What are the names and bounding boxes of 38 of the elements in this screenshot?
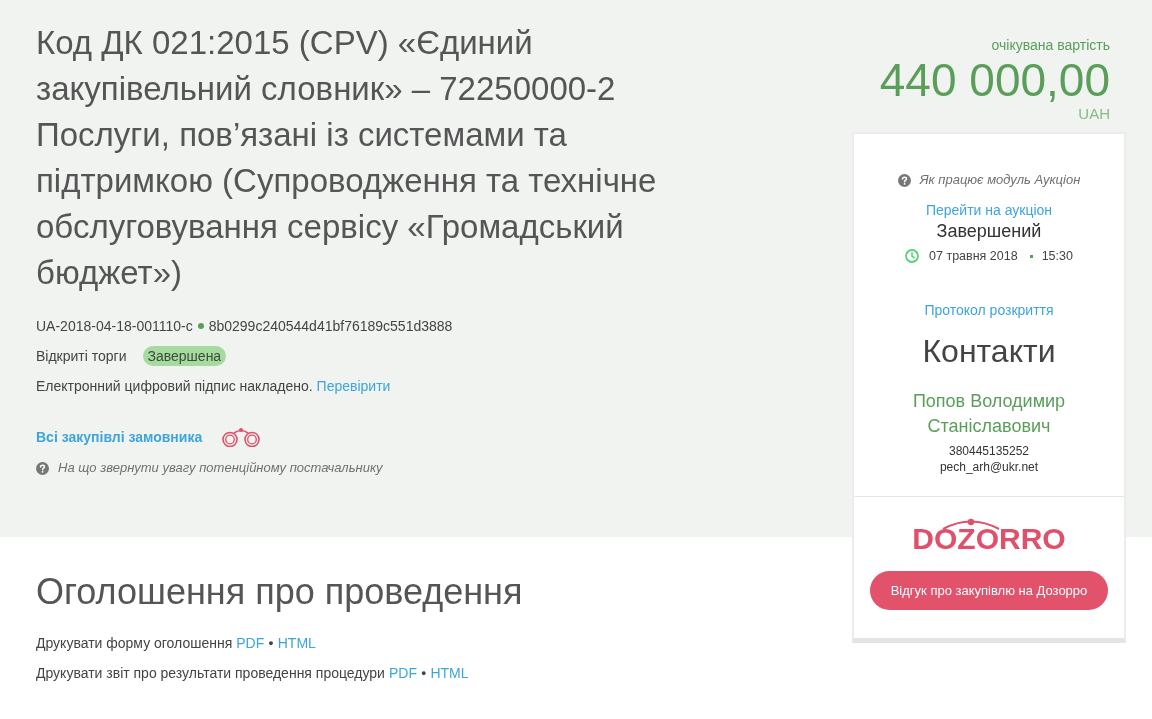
signature-text: Електронний цифровий підпис накладено. Перевірити <box>36 377 392 396</box>
protocol-link[interactable]: Протокол розкриття <box>924 302 1054 318</box>
auction-time: 15:30 <box>1041 249 1073 263</box>
currency: UAH <box>1077 105 1110 123</box>
html-link[interactable]: HTML <box>277 628 316 658</box>
budget-amount: 440 000,00 <box>878 55 1110 105</box>
pdf-link[interactable]: PDF <box>236 628 265 658</box>
auction-link[interactable]: Перейти на аукціон <box>925 202 1053 218</box>
contact-email: pech_arh@ukr.net <box>938 459 1040 475</box>
print-label: Друкувати форму оголошення <box>36 634 233 653</box>
print-label: Друкувати звіт про результати проведення процедури <box>36 664 385 683</box>
auction-status: Завершений <box>935 220 1043 242</box>
tender-id: UA-2018-04-18-001110-c <box>36 317 193 336</box>
buyer-procurements-link[interactable]: Всі закупівлі замовника <box>36 427 203 447</box>
auction-help-link[interactable]: Як працює модуль Аукціон <box>919 170 1081 190</box>
logo-text: DOZORRO <box>912 524 1066 554</box>
supplier-hint-link[interactable]: На що звернути увагу потенційному постачальнику <box>58 458 383 478</box>
hash-text: 8b0299c240544d41bf76189c551d3888 <box>208 317 453 336</box>
pdf-link[interactable]: PDF <box>388 658 417 688</box>
separator: ● <box>420 667 427 680</box>
help-icon <box>897 173 911 187</box>
auction-date: 07 травня 2018 <box>929 249 1018 263</box>
contact-phone: 380445135252 <box>947 443 1031 459</box>
tender-title: Код ДК 021:2015 (CPV) «Єдиний закупівельний словник» – 72250000-2 Послуги, пов’язані із системами та підтримкою (Супроводження та технічне обслуговування сервісу «Громадський бюджет») <box>36 23 658 293</box>
procedure-type: Відкриті торги <box>36 347 127 366</box>
review-button[interactable]: Відгук про закупівлю на Дозорро <box>870 571 1108 610</box>
binoculars-icon[interactable] <box>221 427 262 447</box>
html-link[interactable]: HTML <box>430 658 469 688</box>
separator: ● <box>268 637 274 650</box>
verify-link[interactable]: Перевірити <box>316 378 391 394</box>
contacts-heading: Контакти <box>921 332 1057 371</box>
clock-icon <box>905 249 920 263</box>
help-icon <box>36 461 49 475</box>
section-heading: Оголошення про проведення <box>36 570 524 614</box>
dot-icon <box>197 323 204 329</box>
status-badge: Завершена <box>142 346 227 366</box>
budget-label: очікувана вартість <box>990 36 1110 55</box>
contact-name: Попов Володимир Станіславович <box>911 390 1067 438</box>
